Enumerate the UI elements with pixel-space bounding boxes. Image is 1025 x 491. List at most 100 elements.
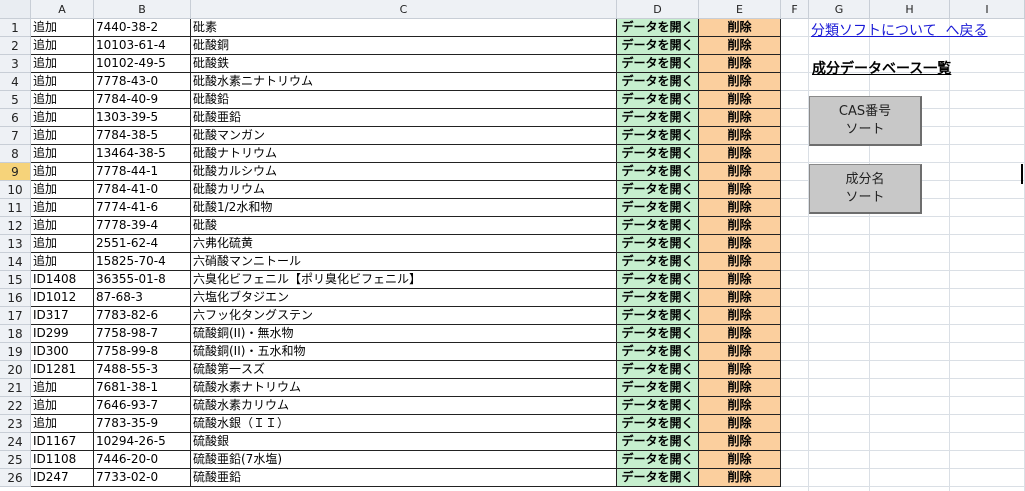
row-header[interactable]: 21: [0, 379, 31, 397]
cas-number-cell[interactable]: 7733-02-0: [94, 469, 191, 487]
ingredient-name-cell[interactable]: 硫酸銅(II)・無水物: [191, 325, 617, 343]
delete-button[interactable]: 削除: [699, 415, 781, 433]
row-header[interactable]: 18: [0, 325, 31, 343]
delete-button[interactable]: 削除: [699, 217, 781, 235]
cas-number-cell[interactable]: 15825-70-4: [94, 253, 191, 271]
row-header[interactable]: 25: [0, 451, 31, 469]
row-header[interactable]: 20: [0, 361, 31, 379]
cas-number-cell[interactable]: 7774-41-6: [94, 199, 191, 217]
id-cell[interactable]: 追加: [31, 217, 94, 235]
row-header[interactable]: 7: [0, 127, 31, 145]
row-header[interactable]: 3: [0, 55, 31, 73]
ingredient-name-cell[interactable]: 砒酸カルシウム: [191, 163, 617, 181]
cas-number-cell[interactable]: 7446-20-0: [94, 451, 191, 469]
open-data-button[interactable]: データを開く: [617, 55, 699, 73]
open-data-button[interactable]: データを開く: [617, 37, 699, 55]
id-cell[interactable]: 追加: [31, 235, 94, 253]
cas-number-cell[interactable]: 7488-55-3: [94, 361, 191, 379]
cas-number-cell[interactable]: 7783-82-6: [94, 307, 191, 325]
delete-button[interactable]: 削除: [699, 145, 781, 163]
ingredient-name-cell[interactable]: 硫酸亜鉛: [191, 469, 617, 487]
open-data-button[interactable]: データを開く: [617, 91, 699, 109]
row-header[interactable]: 26: [0, 469, 31, 487]
id-cell[interactable]: 追加: [31, 415, 94, 433]
cas-number-cell[interactable]: 10102-49-5: [94, 55, 191, 73]
id-cell[interactable]: ID1012: [31, 289, 94, 307]
delete-button[interactable]: 削除: [699, 127, 781, 145]
delete-button[interactable]: 削除: [699, 109, 781, 127]
id-cell[interactable]: 追加: [31, 73, 94, 91]
open-data-button[interactable]: データを開く: [617, 127, 699, 145]
delete-button[interactable]: 削除: [699, 307, 781, 325]
open-data-button[interactable]: データを開く: [617, 397, 699, 415]
row-header[interactable]: 2: [0, 37, 31, 55]
ingredient-name-cell[interactable]: 硫酸銀: [191, 433, 617, 451]
delete-button[interactable]: 削除: [699, 469, 781, 487]
column-header-f[interactable]: F: [781, 0, 809, 19]
ingredient-name-cell[interactable]: 砒素: [191, 19, 617, 37]
open-data-button[interactable]: データを開く: [617, 451, 699, 469]
row-header[interactable]: 19: [0, 343, 31, 361]
ingredient-name-cell[interactable]: 砒酸カリウム: [191, 181, 617, 199]
cas-number-cell[interactable]: 7646-93-7: [94, 397, 191, 415]
column-header-b[interactable]: B: [94, 0, 191, 19]
delete-button[interactable]: 削除: [699, 235, 781, 253]
open-data-button[interactable]: データを開く: [617, 199, 699, 217]
cas-number-cell[interactable]: 7758-99-8: [94, 343, 191, 361]
open-data-button[interactable]: データを開く: [617, 271, 699, 289]
delete-button[interactable]: 削除: [699, 91, 781, 109]
open-data-button[interactable]: データを開く: [617, 181, 699, 199]
open-data-button[interactable]: データを開く: [617, 217, 699, 235]
column-header-g[interactable]: G: [809, 0, 870, 19]
cas-number-cell[interactable]: 7784-41-0: [94, 181, 191, 199]
id-cell[interactable]: ID1408: [31, 271, 94, 289]
row-header[interactable]: 12: [0, 217, 31, 235]
id-cell[interactable]: 追加: [31, 163, 94, 181]
open-data-button[interactable]: データを開く: [617, 379, 699, 397]
column-header-a[interactable]: A: [31, 0, 94, 19]
row-header[interactable]: 14: [0, 253, 31, 271]
open-data-button[interactable]: データを開く: [617, 325, 699, 343]
column-header-h[interactable]: H: [870, 0, 950, 19]
id-cell[interactable]: 追加: [31, 19, 94, 37]
delete-button[interactable]: 削除: [699, 433, 781, 451]
delete-button[interactable]: 削除: [699, 343, 781, 361]
delete-button[interactable]: 削除: [699, 361, 781, 379]
ingredient-name-cell[interactable]: 硫酸亜鉛(7水塩): [191, 451, 617, 469]
id-cell[interactable]: ID247: [31, 469, 94, 487]
column-header-c[interactable]: C: [191, 0, 617, 19]
delete-button[interactable]: 削除: [699, 379, 781, 397]
id-cell[interactable]: 追加: [31, 379, 94, 397]
open-data-button[interactable]: データを開く: [617, 19, 699, 37]
id-cell[interactable]: 追加: [31, 145, 94, 163]
row-header[interactable]: 16: [0, 289, 31, 307]
cas-number-cell[interactable]: 7681-38-1: [94, 379, 191, 397]
delete-button[interactable]: 削除: [699, 325, 781, 343]
delete-button[interactable]: 削除: [699, 397, 781, 415]
open-data-button[interactable]: データを開く: [617, 253, 699, 271]
delete-button[interactable]: 削除: [699, 253, 781, 271]
cas-number-cell[interactable]: 87-68-3: [94, 289, 191, 307]
ingredient-name-cell[interactable]: 六弗化硫黄: [191, 235, 617, 253]
ingredient-name-cell[interactable]: 六臭化ビフェニル【ポリ臭化ビフェニル】: [191, 271, 617, 289]
cas-number-cell[interactable]: 7778-43-0: [94, 73, 191, 91]
row-header[interactable]: 24: [0, 433, 31, 451]
open-data-button[interactable]: データを開く: [617, 235, 699, 253]
id-cell[interactable]: 追加: [31, 55, 94, 73]
ingredient-name-cell[interactable]: 砒酸水素ニナトリウム: [191, 73, 617, 91]
id-cell[interactable]: ID300: [31, 343, 94, 361]
open-data-button[interactable]: データを開く: [617, 307, 699, 325]
row-header[interactable]: 6: [0, 109, 31, 127]
cas-number-cell[interactable]: 7440-38-2: [94, 19, 191, 37]
row-header[interactable]: 5: [0, 91, 31, 109]
row-header[interactable]: 11: [0, 199, 31, 217]
open-data-button[interactable]: データを開く: [617, 361, 699, 379]
open-data-button[interactable]: データを開く: [617, 73, 699, 91]
cas-number-cell[interactable]: 7784-38-5: [94, 127, 191, 145]
delete-button[interactable]: 削除: [699, 181, 781, 199]
open-data-button[interactable]: データを開く: [617, 289, 699, 307]
ingredient-name-cell[interactable]: 硫酸銅(II)・五水和物: [191, 343, 617, 361]
row-header[interactable]: 4: [0, 73, 31, 91]
cas-number-cell[interactable]: 7783-35-9: [94, 415, 191, 433]
delete-button[interactable]: 削除: [699, 37, 781, 55]
